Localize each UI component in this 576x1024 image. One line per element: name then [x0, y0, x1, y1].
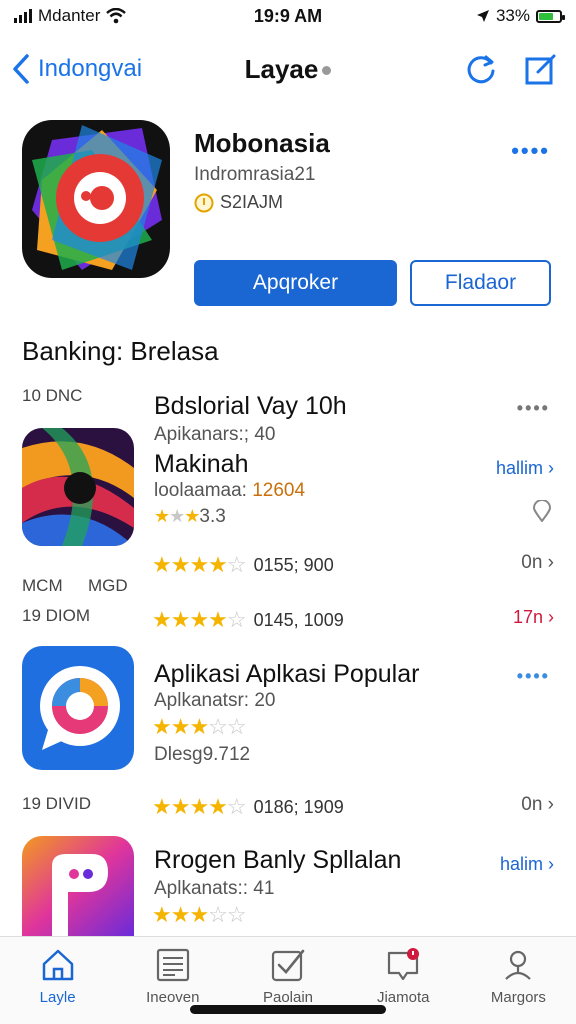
tab-profile[interactable]: Margors	[461, 937, 576, 1024]
list-side-label: MCM	[22, 576, 63, 595]
back-button[interactable]: Indongvai	[12, 53, 142, 85]
list-icon	[156, 948, 189, 982]
star-rating: ★★★☆☆	[152, 902, 247, 927]
open-link[interactable]: halim ›	[500, 854, 554, 875]
list-side-label: 10 DNC	[22, 386, 83, 405]
get-button[interactable]: Apqroker	[194, 260, 397, 306]
app-subtitle: Aplkanats:: 41	[154, 878, 275, 899]
featured-app-name: Mobonasia	[194, 128, 330, 158]
more-options-icon[interactable]: ••••	[511, 138, 550, 164]
coin-icon	[194, 193, 214, 212]
app-star-note: ★★★3.3	[154, 506, 226, 527]
tab-home[interactable]: Layle	[0, 937, 115, 1024]
check-icon	[271, 949, 305, 982]
list-side-label: MGD	[88, 576, 128, 595]
open-link[interactable]: 0n ›	[521, 794, 554, 816]
app-detail: Dlesg9.712	[154, 744, 251, 765]
app-subtitle: Aplkanatsr: 20	[154, 690, 276, 711]
navigation-bar: Indongvai Layae	[0, 36, 576, 102]
open-link[interactable]: hallim ›	[496, 458, 554, 479]
status-bar: Mdanter 19:9 AM 33%	[0, 0, 576, 32]
app-title[interactable]: Bdslorial Vay 10h	[154, 392, 347, 421]
list-side-label: 19 DIVID	[22, 794, 91, 813]
app-subtitle: Apikanars:; 40	[154, 424, 276, 445]
home-indicator	[190, 1005, 386, 1014]
wifi-icon	[106, 8, 127, 24]
app-title-secondary: Makinah	[154, 450, 249, 478]
open-link[interactable]: 0n ›	[521, 552, 554, 574]
chevron-left-icon	[13, 54, 29, 84]
app-icon[interactable]	[22, 646, 134, 770]
app-subtitle: loolaamaa: 12604	[154, 480, 306, 501]
secondary-button[interactable]: Fladaor	[410, 260, 551, 306]
star-rating: ★★★★☆	[152, 794, 247, 819]
location-arrow-icon	[476, 10, 489, 22]
inbox-icon	[388, 948, 420, 981]
location-pin-icon[interactable]	[532, 500, 552, 522]
carrier-label: Mdanter	[38, 6, 101, 25]
app-icon[interactable]	[22, 836, 134, 936]
person-icon	[505, 950, 532, 980]
featured-app-subtitle: Indromrasia21	[194, 164, 316, 185]
refresh-icon[interactable]	[464, 52, 498, 86]
back-label: Indongvai	[38, 55, 143, 82]
star-rating: ★★★☆☆	[152, 714, 247, 739]
list-side-label: 19 DIOM	[22, 606, 91, 625]
featured-app-icon[interactable]	[22, 120, 170, 278]
featured-app-meta: S2IAJM	[194, 192, 283, 213]
signal-icon	[14, 9, 32, 23]
battery-percent: 33%	[495, 6, 530, 25]
rating-row: ★★★★☆ 0145, 1009	[152, 607, 344, 632]
more-options-icon[interactable]: ••••	[517, 666, 550, 687]
star-rating: ★★★★☆	[152, 607, 247, 632]
home-icon	[42, 949, 73, 981]
rating-row: ★★★★☆ 0186; 1909	[152, 794, 344, 819]
app-title[interactable]: Aplikasi Aplkasi Popular	[154, 660, 419, 689]
alert-link[interactable]: 17n ›	[513, 607, 554, 628]
compose-icon[interactable]	[524, 52, 558, 86]
more-options-icon[interactable]: ••••	[517, 398, 550, 419]
featured-app-card: Mobonasia Indromrasia21 S2IAJM •••• Apqr…	[22, 120, 554, 310]
section-title: Banking: Brelasa	[22, 336, 219, 366]
battery-icon	[536, 9, 565, 23]
star-rating: ★★★★☆	[152, 552, 247, 577]
rating-row: ★★★★☆ 0155; 900	[152, 552, 334, 577]
app-icon[interactable]	[22, 428, 134, 546]
app-title[interactable]: Rrogen Banly Spllalan	[154, 846, 401, 875]
